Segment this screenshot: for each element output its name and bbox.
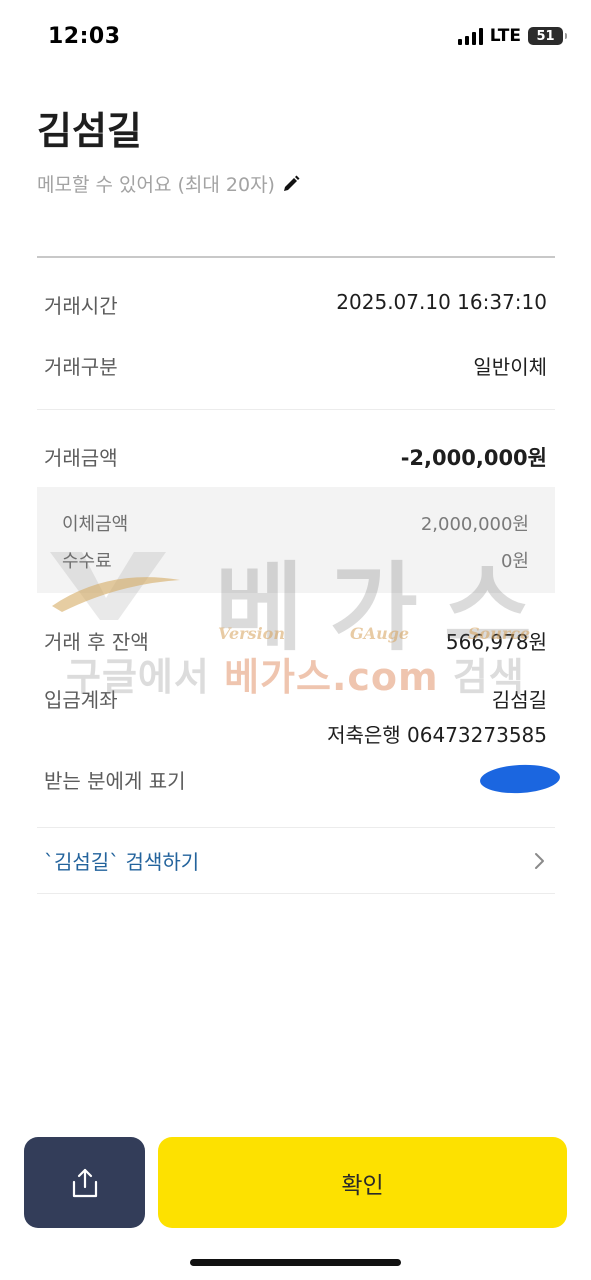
transfer-amount-value: 2,000,000원: [420, 514, 529, 535]
transaction-type-value: 일반이체: [473, 355, 547, 379]
memo-field[interactable]: 메모할 수 있어요 (최대 20자): [37, 170, 301, 197]
transaction-type-row: 거래구분 일반이체: [44, 351, 547, 380]
status-indicators: LTE 51: [457, 26, 567, 46]
chevron-right-icon: [535, 852, 544, 869]
transaction-amount-value: -2,000,000원: [400, 446, 547, 470]
status-time: 12:03: [48, 24, 121, 49]
transfer-amount-row: 이체금액 2,000,000원: [62, 510, 529, 536]
recipient-display-row[interactable]: 받는 분에게 표기: [44, 765, 547, 794]
transaction-type-label: 거래구분: [44, 355, 118, 379]
amount-detail-box: [37, 487, 555, 593]
fee-label: 수수료: [62, 551, 112, 572]
search-link-label: `김섬길` 검색하기: [44, 850, 200, 874]
pencil-icon[interactable]: [281, 174, 301, 194]
balance-value: 566,978원: [445, 630, 547, 654]
link-divider-top: [37, 827, 555, 828]
transaction-time-value: 2025.07.10 16:37:10: [336, 290, 547, 314]
fee-value: 0원: [500, 551, 529, 572]
memo-placeholder: 메모할 수 있어요 (최대 20자): [37, 174, 275, 196]
page-title: 김섬길: [37, 109, 142, 153]
link-divider-bottom: [37, 893, 555, 894]
section-divider: [37, 409, 555, 410]
signal-bars-icon: [457, 27, 483, 45]
search-recipient-link[interactable]: `김섬길` 검색하기: [44, 846, 547, 875]
deposit-account-row: 입금계좌 김섬길 저축은행 06473273585: [44, 684, 547, 748]
transaction-time-row: 거래시간 2025.07.10 16:37:10: [44, 290, 547, 319]
confirm-button[interactable]: 확인: [158, 1137, 567, 1228]
share-button[interactable]: [24, 1137, 145, 1228]
battery-level: 51: [536, 28, 555, 44]
fee-row: 수수료 0원: [62, 547, 529, 573]
recipient-display-label: 받는 분에게 표기: [44, 769, 186, 793]
balance-label: 거래 후 잔액: [44, 630, 149, 654]
status-bar: 12:03 LTE 51: [0, 0, 591, 76]
deposit-account-number: 저축은행 06473273585: [327, 723, 547, 747]
transfer-amount-label: 이체금액: [62, 514, 129, 535]
balance-row: 거래 후 잔액 566,978원: [44, 626, 547, 655]
transaction-time-label: 거래시간: [44, 294, 118, 318]
deposit-account-name: 김섬길: [491, 688, 547, 712]
transaction-amount-row: 거래금액 -2,000,000원: [44, 442, 547, 472]
deposit-account-label: 입금계좌: [44, 688, 118, 712]
network-type: LTE: [489, 26, 521, 46]
header-divider: [37, 256, 555, 258]
transaction-amount-label: 거래금액: [44, 446, 118, 470]
deposit-account-value: 김섬길 저축은행 06473273585: [327, 684, 547, 748]
home-indicator[interactable]: [190, 1259, 401, 1266]
battery-icon: 51: [528, 27, 567, 45]
confirm-button-label: 확인: [341, 1172, 384, 1199]
share-icon: [72, 1168, 97, 1197]
